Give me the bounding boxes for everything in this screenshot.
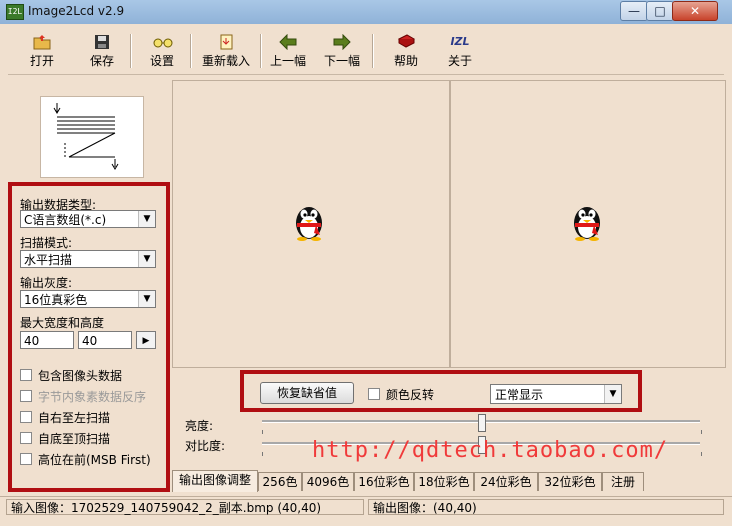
penguin-image [574, 207, 600, 241]
arrow-left-icon [279, 33, 297, 51]
open-button[interactable]: 打开 [22, 32, 62, 72]
window-title: Image2Lcd v2.9 [28, 4, 125, 18]
tab-32bit-color[interactable]: 32位彩色 [538, 472, 602, 491]
adjust-highlight-box [240, 370, 642, 412]
toolbar-separator [372, 34, 374, 68]
output-image-pane[interactable] [450, 80, 726, 368]
save-button[interactable]: 保存 [82, 32, 122, 72]
tab-16bit-color[interactable]: 16位彩色 [354, 472, 414, 491]
input-image-pane[interactable] [172, 80, 450, 368]
prev-button[interactable]: 上一幅 [266, 32, 310, 72]
tab-256-color[interactable]: 256色 [258, 472, 302, 491]
save-label: 保存 [89, 54, 114, 68]
glasses-icon [153, 34, 173, 50]
next-label: 下一幅 [323, 54, 360, 68]
reload-label: 重新载入 [201, 54, 250, 68]
tab-24bit-color[interactable]: 24位彩色 [474, 472, 538, 491]
next-button[interactable]: 下一幅 [320, 32, 364, 72]
output-image-status: 输出图像：(40,40) [368, 499, 724, 515]
tab-output-adjust[interactable]: 输出图像调整 [172, 470, 258, 492]
app-window: I2L Image2Lcd v2.9 — □ ✕ 打开 保存 设置 重新载入 上… [0, 0, 732, 526]
maximize-button[interactable]: □ [646, 1, 674, 21]
help-button[interactable]: 帮助 [386, 32, 426, 72]
scan-mode-preview [40, 96, 144, 178]
title-bar[interactable]: I2L Image2Lcd v2.9 — □ ✕ [0, 0, 732, 24]
settings-label: 设置 [149, 54, 174, 68]
settings-highlight-box [8, 182, 170, 492]
status-bar: 输入图像：1702529_140759042_2_副本.bmp (40,40) … [0, 496, 732, 519]
open-label: 打开 [29, 54, 54, 68]
reload-document-icon [217, 34, 235, 50]
toolbar-separator [260, 34, 262, 68]
tab-18bit-color[interactable]: 18位彩色 [414, 472, 474, 491]
watermark-text: http://qdtech.taobao.com/ [312, 438, 669, 463]
close-button[interactable]: ✕ [672, 1, 718, 21]
penguin-image [296, 207, 322, 241]
input-image-status: 输入图像：1702529_140759042_2_副本.bmp (40,40) [6, 499, 364, 515]
help-label: 帮助 [393, 54, 418, 68]
izl-logo-icon: IZL [450, 35, 470, 48]
toolbar-separator [130, 34, 132, 68]
reload-button[interactable]: 重新载入 [198, 32, 254, 72]
tab-4096-color[interactable]: 4096色 [302, 472, 354, 491]
folder-open-icon [33, 34, 51, 50]
toolbar-separator [190, 34, 192, 68]
about-button[interactable]: IZL 关于 [440, 32, 480, 72]
tab-register[interactable]: 注册 [602, 472, 644, 491]
about-label: 关于 [447, 54, 472, 68]
minimize-button[interactable]: — [620, 1, 648, 21]
brightness-ticks [262, 430, 702, 434]
brightness-label: 亮度: [185, 419, 214, 433]
app-icon: I2L [6, 4, 24, 20]
contrast-label: 对比度: [185, 439, 226, 453]
help-book-icon [397, 34, 416, 50]
floppy-disk-icon [93, 34, 111, 50]
prev-label: 上一幅 [269, 54, 306, 68]
tab-bar: 输出图像调整 256色 4096色 16位彩色 18位彩色 24位彩色 32位彩… [172, 470, 724, 492]
scan-direction-icon [53, 103, 119, 170]
settings-button[interactable]: 设置 [142, 32, 182, 72]
toolbar: 打开 保存 设置 重新载入 上一幅 下一幅 帮助 IZL 关于 [8, 28, 724, 75]
arrow-right-icon [333, 33, 351, 51]
